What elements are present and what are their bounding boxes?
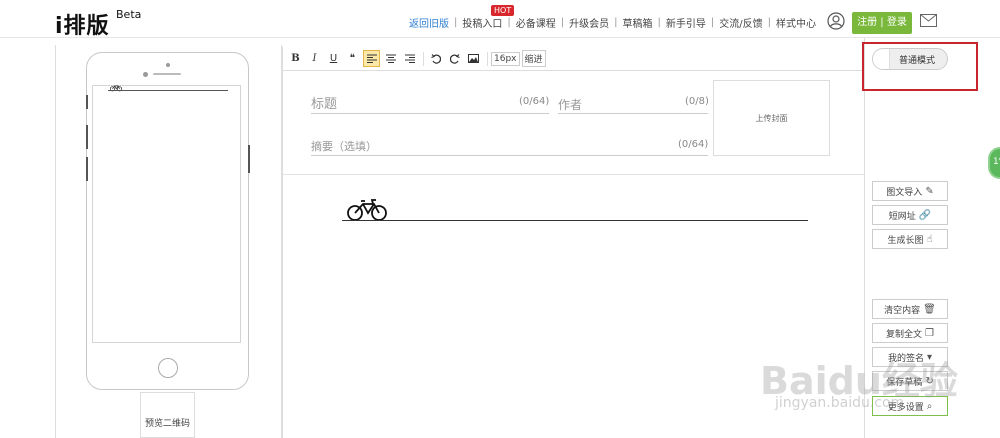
phone-sensor <box>166 63 170 67</box>
side-button-label: 图文导入 <box>886 187 923 198</box>
preview-qr-button[interactable]: 预览二维码 <box>140 392 195 438</box>
user-circle-icon[interactable] <box>827 12 845 30</box>
summary-counter: (0/64) <box>678 139 709 150</box>
nav-item-feedback[interactable]: 交流/反馈 <box>714 15 767 30</box>
top-nav: 返回旧版 | 投稿入口 | 必备课程 | 升级会员 | 草稿箱 | 新手引导 |… <box>404 15 821 30</box>
side-button-label: 复制全文 <box>886 329 923 340</box>
side-button-label: 清空内容 <box>884 305 921 316</box>
top-bar: i排版 Beta 返回旧版 | 投稿入口 | 必备课程 | 升级会员 | 草稿箱… <box>0 0 1000 40</box>
editor-border <box>282 47 283 438</box>
title-input[interactable]: 标题 <box>311 93 337 112</box>
bold-button[interactable]: B <box>287 50 304 67</box>
copy-all-button[interactable]: 复制全文 ❐ <box>872 323 948 343</box>
undo-icon <box>430 53 441 64</box>
logo-beta-badge: Beta <box>116 8 142 21</box>
summary-input[interactable]: 摘要（选填） <box>311 138 377 154</box>
mail-icon[interactable] <box>920 14 937 27</box>
trash-icon: 🗑 <box>923 303 936 315</box>
preview-divider <box>108 90 228 91</box>
nav-item-upgrade[interactable]: 升级会员 <box>564 15 614 30</box>
phone-side-button <box>86 157 88 181</box>
phone-camera <box>143 72 148 77</box>
indent-button[interactable]: 缩进 <box>521 50 546 67</box>
phone-home-button <box>158 358 178 378</box>
align-left-icon <box>366 54 377 63</box>
align-center-icon <box>385 54 396 63</box>
phone-side-button <box>86 95 88 109</box>
nav-item-drafts[interactable]: 草稿箱 <box>618 15 658 30</box>
nav-item-courses[interactable]: 必备课程 <box>511 15 561 30</box>
editor-toolbar: B I U ❝ 16px 缩进 <box>283 47 864 71</box>
underline-button[interactable]: U <box>325 50 342 67</box>
phone-screen[interactable] <box>92 85 241 343</box>
quote-button[interactable]: ❝ <box>344 50 361 67</box>
align-right-button[interactable] <box>401 50 418 67</box>
side-button-label: 短网址 <box>888 211 916 222</box>
phone-side-button <box>248 145 250 173</box>
register-login-button[interactable]: 注册 | 登录 <box>852 12 912 34</box>
phone-speaker <box>153 73 181 75</box>
toolbar-separator <box>487 51 488 66</box>
import-article-button[interactable]: 图文导入 ✎ <box>872 181 948 201</box>
floating-status-badge[interactable]: 1% <box>988 147 1000 179</box>
editor-divider <box>283 174 864 175</box>
upload-cover-button[interactable]: 上传封面 <box>713 80 830 156</box>
link-icon: 🔗 <box>918 209 932 221</box>
title-underline <box>311 113 549 114</box>
align-left-button[interactable] <box>363 50 380 67</box>
summary-underline <box>311 155 708 156</box>
font-size-select[interactable]: 16px <box>491 51 520 66</box>
short-url-button[interactable]: 短网址 🔗 <box>872 205 948 225</box>
generate-long-image-button[interactable]: 生成长图 ☝ <box>872 229 948 249</box>
nav-item-styles[interactable]: 样式中心 <box>771 15 821 30</box>
align-center-button[interactable] <box>382 50 399 67</box>
clear-content-button[interactable]: 清空内容 🗑 <box>872 299 948 319</box>
insert-image-button[interactable] <box>465 50 482 67</box>
author-underline <box>558 113 708 114</box>
author-counter: (0/8) <box>685 96 709 107</box>
content-divider <box>342 220 808 221</box>
side-button-label: 生成长图 <box>887 235 924 246</box>
nav-item-guide[interactable]: 新手引导 <box>661 15 711 30</box>
toolbar-separator <box>423 51 424 66</box>
floating-status-text: 1% <box>993 157 1000 167</box>
undo-button[interactable] <box>427 50 444 67</box>
copy-icon: ❐ <box>925 327 934 339</box>
author-input[interactable]: 作者 <box>558 96 582 113</box>
hand-icon: ☝ <box>926 233 933 245</box>
bicycle-icon <box>347 199 387 221</box>
phone-side-button <box>86 125 88 149</box>
highlight-box <box>862 42 978 91</box>
redo-button[interactable] <box>446 50 463 67</box>
hot-badge: HOT <box>491 5 515 16</box>
italic-button[interactable]: I <box>306 50 323 67</box>
watermark-url: jingyan.baidu.com <box>775 395 905 411</box>
align-right-icon <box>404 54 415 63</box>
nav-item-old-version[interactable]: 返回旧版 <box>404 15 454 30</box>
edit-icon: ✎ <box>925 185 934 197</box>
image-icon <box>468 54 479 63</box>
redo-icon <box>449 53 460 64</box>
nav-item-submit[interactable]: 投稿入口 <box>457 15 507 30</box>
title-counter: (0/64) <box>519 96 550 107</box>
logo[interactable]: i排版 <box>55 8 110 40</box>
